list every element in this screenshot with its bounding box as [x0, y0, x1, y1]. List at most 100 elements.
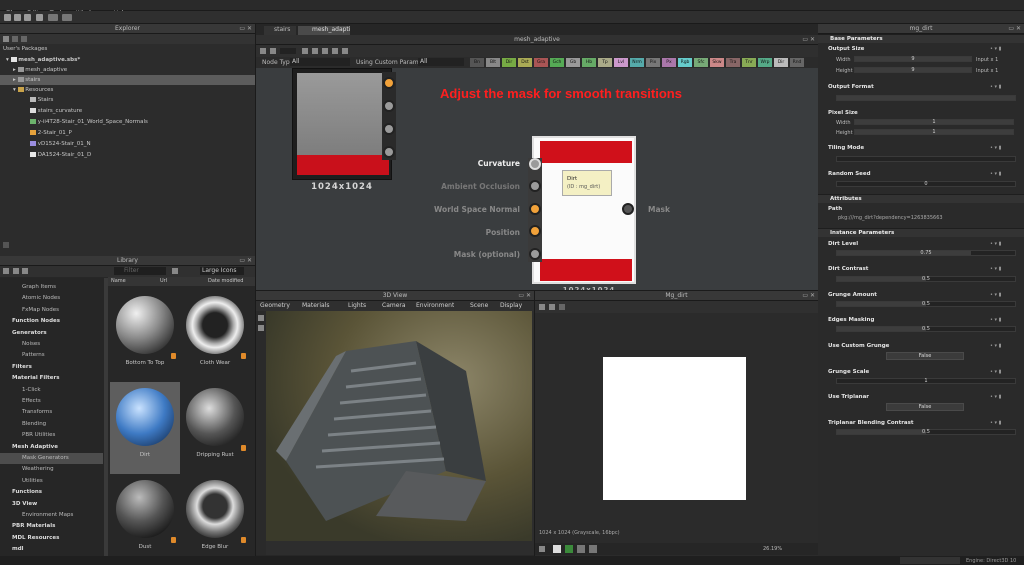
- section-base-parameters[interactable]: Base Parameters: [818, 34, 1024, 43]
- tree-item-resource[interactable]: y-ii4T28-Stair_01_World_Space_Normals: [0, 117, 255, 127]
- library-category[interactable]: Environment Maps: [0, 510, 103, 521]
- random-seed-slider[interactable]: 0: [836, 181, 1016, 187]
- library-category[interactable]: Mask Generators: [0, 453, 103, 464]
- dirt-level-slider[interactable]: 0.75: [836, 250, 1016, 256]
- library-category[interactable]: Noises: [0, 339, 103, 350]
- node-swatch[interactable]: Rgb: [678, 58, 692, 67]
- node-swatch[interactable]: Tra: [726, 58, 740, 67]
- open-icon[interactable]: [24, 14, 31, 21]
- library-settings-icon[interactable]: [22, 268, 28, 274]
- param-menu-icon[interactable]: • ▾ ▮: [990, 343, 1001, 349]
- library-category[interactable]: Transforms: [0, 407, 103, 418]
- node-swatch[interactable]: Nrm: [630, 58, 644, 67]
- node-swatch[interactable]: Sfc: [694, 58, 708, 67]
- node-type-select[interactable]: All: [290, 58, 350, 66]
- view3d-menu-item[interactable]: Geometry: [260, 302, 290, 310]
- node-swatch[interactable]: Blt: [486, 58, 500, 67]
- save-icon[interactable]: [36, 14, 43, 21]
- node-swatch[interactable]: Lvl: [614, 58, 628, 67]
- library-category[interactable]: PBR Utilities: [0, 430, 103, 441]
- library-tile[interactable]: Cloth Wear: [180, 290, 250, 382]
- tree-item-package[interactable]: ▾ mesh_adaptive.sbs*: [0, 55, 255, 65]
- col-name[interactable]: Name: [111, 277, 126, 285]
- explorer-footer-icon[interactable]: [3, 242, 9, 248]
- tab-stairs[interactable]: stairs: [264, 26, 296, 35]
- library-folder-icon[interactable]: [13, 268, 19, 274]
- use-custom-grunge-toggle[interactable]: False: [886, 352, 964, 360]
- tree-item-resource[interactable]: stairs_curvature: [0, 106, 255, 116]
- col-url[interactable]: Url: [160, 277, 167, 285]
- grid-toggle-icon[interactable]: [577, 545, 585, 553]
- fit-icon[interactable]: [589, 545, 597, 553]
- node-swatch[interactable]: Gch: [550, 58, 564, 67]
- param-menu-icon[interactable]: • ▾ ▮: [990, 266, 1001, 272]
- tree-item-resource[interactable]: 2-Stair_01_P: [0, 128, 255, 138]
- node-swatch[interactable]: Dir: [774, 58, 788, 67]
- grunge-scale-slider[interactable]: 1: [836, 378, 1016, 384]
- view3d-menu-item[interactable]: Camera: [382, 302, 406, 310]
- width-slider[interactable]: 9: [854, 56, 972, 62]
- library-category[interactable]: Patterns: [0, 350, 103, 361]
- view3d-menu-item[interactable]: Scene: [470, 302, 488, 310]
- tree-item-resources[interactable]: ▾ Resources: [0, 85, 255, 95]
- library-category[interactable]: Material Filters: [0, 373, 103, 384]
- library-tile[interactable]: Bottom To Top: [110, 290, 180, 382]
- library-category[interactable]: Functions: [0, 487, 103, 498]
- folder-icon[interactable]: [12, 36, 18, 42]
- node-swatch[interactable]: Dst: [518, 58, 532, 67]
- library-tile[interactable]: Dripping Rust: [180, 382, 250, 474]
- view3d-menu-item[interactable]: Environment: [416, 302, 454, 310]
- channels-icon[interactable]: [549, 304, 555, 310]
- node-swatch[interactable]: Gb: [566, 58, 580, 67]
- library-category[interactable]: Weathering: [0, 464, 103, 475]
- col-date[interactable]: Date modified: [208, 277, 243, 285]
- output-port[interactable]: [383, 100, 395, 112]
- library-tile[interactable]: Edge Blur: [180, 474, 250, 565]
- zoom-level[interactable]: 26.19%: [763, 545, 782, 553]
- filter-icon[interactable]: [172, 268, 178, 274]
- tiling-icon[interactable]: [565, 545, 573, 553]
- image-icon[interactable]: [539, 304, 545, 310]
- library-category[interactable]: Utilities: [0, 476, 103, 487]
- output-format-select[interactable]: [836, 95, 1016, 101]
- upstream-node[interactable]: [292, 68, 392, 180]
- tree-item-resource[interactable]: vD1524-Stair_01_N: [0, 139, 255, 149]
- param-menu-icon[interactable]: • ▾ ▮: [990, 171, 1001, 177]
- node-swatch[interactable]: Tnr: [742, 58, 756, 67]
- use-triplanar-toggle[interactable]: False: [886, 403, 964, 411]
- edges-masking-slider[interactable]: 0.5: [836, 326, 1016, 332]
- pan-icon[interactable]: [312, 48, 318, 54]
- param-menu-icon[interactable]: • ▾ ▮: [990, 292, 1001, 298]
- library-tile[interactable]: Dust: [110, 474, 180, 565]
- library-category[interactable]: PBR Materials: [0, 521, 103, 532]
- play-icon[interactable]: [3, 36, 9, 42]
- px-width-slider[interactable]: 1: [854, 119, 1014, 125]
- dirt-node[interactable]: [532, 136, 636, 284]
- node-swatch[interactable]: Pix: [646, 58, 660, 67]
- height-slider[interactable]: 9: [854, 67, 972, 73]
- redo-icon[interactable]: [62, 14, 72, 21]
- node-swatch[interactable]: Dir: [502, 58, 516, 67]
- align-icon[interactable]: [322, 48, 328, 54]
- tab-mesh-adaptive[interactable]: mesh_adaptive: [298, 26, 350, 35]
- library-category[interactable]: FxMap Nodes: [0, 305, 103, 316]
- undo-icon[interactable]: [48, 14, 58, 21]
- input-port-position[interactable]: [529, 225, 541, 237]
- library-category[interactable]: Graph Items: [0, 282, 103, 293]
- zoom-field[interactable]: [280, 48, 296, 54]
- library-category[interactable]: mdl: [0, 544, 103, 555]
- output-port[interactable]: [383, 123, 395, 135]
- param-menu-icon[interactable]: • ▾ ▮: [990, 241, 1001, 247]
- viewport-3d[interactable]: [266, 311, 532, 541]
- param-menu-icon[interactable]: • ▾ ▮: [990, 394, 1001, 400]
- library-category[interactable]: Effects: [0, 396, 103, 407]
- input-port-curvature[interactable]: [529, 158, 541, 170]
- output-port[interactable]: [383, 146, 395, 158]
- param-menu-icon[interactable]: • ▾ ▮: [990, 46, 1001, 52]
- input-port-mask[interactable]: [529, 248, 541, 260]
- new-package-icon[interactable]: [4, 14, 11, 21]
- node-swatch[interactable]: Hb: [582, 58, 596, 67]
- triplanar-contrast-slider[interactable]: 0.5: [836, 429, 1016, 435]
- new-graph-icon[interactable]: [14, 14, 21, 21]
- custom-params-select[interactable]: All: [418, 58, 464, 66]
